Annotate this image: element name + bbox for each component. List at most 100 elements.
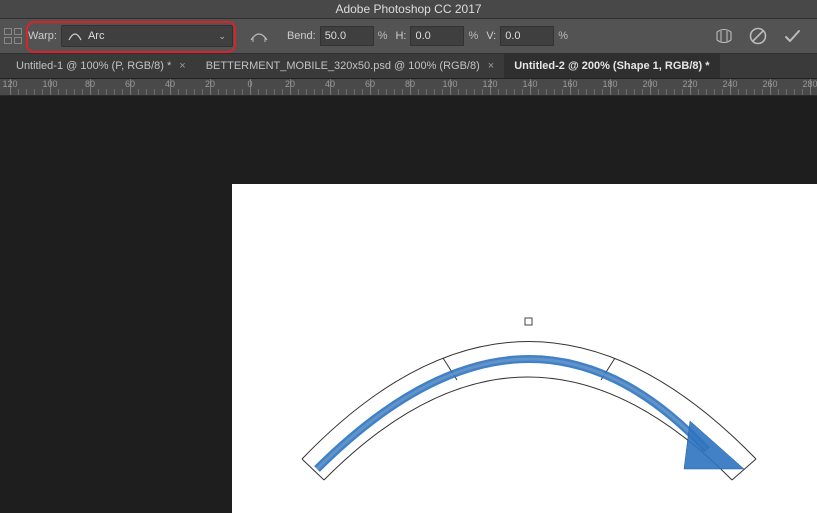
bend-label: Bend: — [287, 30, 316, 42]
ruler-minor-tick — [314, 89, 315, 95]
ruler-minor-tick — [346, 89, 347, 95]
ruler-minor-tick — [674, 89, 675, 95]
chevron-down-icon: ⌄ — [218, 31, 226, 42]
v-pct: % — [558, 30, 568, 42]
ruler-label: 80 — [85, 79, 95, 89]
document-tab[interactable]: BETTERMENT_MOBILE_320x50.psd @ 100% (RGB… — [196, 54, 504, 78]
options-bar: Warp: Arc ⌄ Bend: % H: % V: % — [0, 19, 817, 54]
ruler-minor-tick — [474, 89, 475, 95]
document-tab[interactable]: Untitled-2 @ 200% (Shape 1, RGB/8) * — [504, 54, 719, 78]
ruler-label: 180 — [602, 79, 617, 89]
horizontal-ruler[interactable]: 1201008060402002040608010012014016018020… — [0, 79, 817, 96]
warp-control-handle[interactable] — [525, 318, 532, 325]
ruler-minor-tick — [106, 89, 107, 95]
document-tab-title: BETTERMENT_MOBILE_320x50.psd @ 100% (RGB… — [206, 60, 480, 72]
ruler-label: 0 — [247, 79, 252, 89]
ruler-minor-tick — [682, 89, 683, 95]
ruler-minor-tick — [594, 89, 595, 95]
warp-shape-display — [232, 184, 817, 513]
ruler-minor-tick — [426, 89, 427, 95]
document-tab-title: Untitled-2 @ 200% (Shape 1, RGB/8) * — [514, 60, 709, 72]
v-input[interactable] — [500, 26, 554, 46]
ruler-label: 160 — [562, 79, 577, 89]
ruler-minor-tick — [146, 89, 147, 95]
ruler-minor-tick — [306, 89, 307, 95]
ruler-label: 240 — [722, 79, 737, 89]
ruler-minor-tick — [194, 89, 195, 95]
cancel-icon[interactable] — [747, 25, 769, 47]
ruler-minor-tick — [578, 89, 579, 95]
h-input[interactable] — [410, 26, 464, 46]
document-tab[interactable]: Untitled-1 @ 100% (P, RGB/8) * × — [6, 54, 196, 78]
ruler-minor-tick — [42, 89, 43, 95]
ruler-minor-tick — [162, 89, 163, 95]
ruler-minor-tick — [466, 89, 467, 95]
ruler-minor-tick — [298, 89, 299, 95]
ruler-minor-tick — [586, 89, 587, 95]
ruler-minor-tick — [242, 89, 243, 95]
ruler-minor-tick — [498, 89, 499, 95]
ruler-minor-tick — [642, 89, 643, 95]
ruler-minor-tick — [338, 89, 339, 95]
ruler-minor-tick — [82, 89, 83, 95]
ruler-label: 20 — [285, 79, 295, 89]
ruler-minor-tick — [98, 89, 99, 95]
ruler-minor-tick — [762, 89, 763, 95]
warp-style-value: Arc — [88, 30, 105, 42]
ruler-label: 20 — [205, 79, 215, 89]
ruler-minor-tick — [634, 89, 635, 95]
document-canvas[interactable] — [232, 184, 817, 513]
ruler-minor-tick — [698, 89, 699, 95]
bend-input[interactable] — [320, 26, 374, 46]
ruler-minor-tick — [58, 89, 59, 95]
ruler-label: 80 — [405, 79, 415, 89]
free-transform-warp-toggle-icon[interactable] — [713, 25, 735, 47]
warp-orientation-icon[interactable] — [249, 26, 269, 46]
ruler-minor-tick — [554, 89, 555, 95]
ruler-minor-tick — [66, 89, 67, 95]
ruler-minor-tick — [618, 89, 619, 95]
close-icon[interactable]: × — [179, 60, 185, 72]
ruler-minor-tick — [386, 89, 387, 95]
close-icon[interactable]: × — [488, 60, 494, 72]
arrow-shaft — [317, 359, 707, 469]
ruler-minor-tick — [442, 89, 443, 95]
ruler-minor-tick — [74, 89, 75, 95]
ruler-minor-tick — [226, 89, 227, 95]
warp-style-dropdown[interactable]: Arc ⌄ — [61, 25, 233, 47]
ruler-label: 60 — [365, 79, 375, 89]
document-tabs: Untitled-1 @ 100% (P, RGB/8) * × BETTERM… — [0, 54, 817, 79]
ruler-minor-tick — [546, 89, 547, 95]
ruler-minor-tick — [34, 89, 35, 95]
ruler-label: 140 — [522, 79, 537, 89]
ruler-minor-tick — [362, 89, 363, 95]
ruler-minor-tick — [26, 89, 27, 95]
document-tab-title: Untitled-1 @ 100% (P, RGB/8) * — [16, 60, 171, 72]
ruler-minor-tick — [626, 89, 627, 95]
ruler-minor-tick — [218, 89, 219, 95]
arrow-head — [684, 421, 744, 469]
ruler-minor-tick — [522, 89, 523, 95]
ruler-minor-tick — [394, 89, 395, 95]
ruler-minor-tick — [122, 89, 123, 95]
ruler-minor-tick — [378, 89, 379, 95]
ruler-label: 120 — [2, 79, 17, 89]
ruler-minor-tick — [322, 89, 323, 95]
ruler-label: 280 — [802, 79, 817, 89]
ruler-minor-tick — [458, 89, 459, 95]
ruler-minor-tick — [514, 89, 515, 95]
commit-icon[interactable] — [781, 25, 803, 47]
ruler-minor-tick — [482, 89, 483, 95]
ruler-minor-tick — [138, 89, 139, 95]
bend-pct: % — [378, 30, 388, 42]
ruler-minor-tick — [658, 89, 659, 95]
grid-align-icon[interactable] — [4, 28, 22, 44]
ruler-minor-tick — [282, 89, 283, 95]
ruler-minor-tick — [418, 89, 419, 95]
ruler-minor-tick — [794, 89, 795, 95]
ruler-label: 100 — [42, 79, 57, 89]
app-title: Adobe Photoshop CC 2017 — [335, 2, 481, 16]
ruler-label: 60 — [125, 79, 135, 89]
ruler-minor-tick — [234, 89, 235, 95]
ruler-minor-tick — [714, 89, 715, 95]
